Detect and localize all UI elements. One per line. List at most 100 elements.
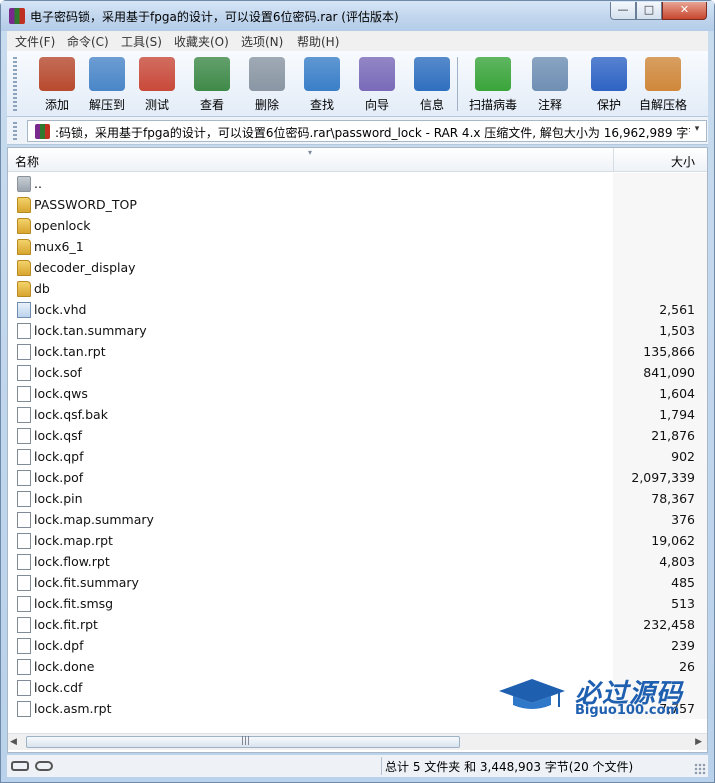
- horizontal-scrollbar[interactable]: ◀ ||| ▶: [8, 733, 707, 750]
- file-icon: [17, 470, 31, 486]
- close-button[interactable]: ✕: [662, 2, 707, 20]
- drive-icon[interactable]: [35, 761, 53, 771]
- file-row[interactable]: lock.tan.rpt 135,866: [8, 341, 707, 362]
- file-row[interactable]: lock.pof 2,097,339: [8, 467, 707, 488]
- minimize-button[interactable]: —: [610, 2, 636, 20]
- trash-icon: [249, 57, 285, 91]
- toolbar-button-9[interactable]: 注释: [525, 53, 575, 115]
- toolbar-button-2[interactable]: 测试: [132, 53, 182, 115]
- title-bar[interactable]: 电子密码锁，采用基于fpga的设计，可以设置6位密码.rar (评估版本) — …: [1, 1, 714, 31]
- file-size: 19,062: [651, 533, 695, 548]
- magnifier-icon: [304, 57, 340, 91]
- file-row[interactable]: lock.vhd 2,561: [8, 299, 707, 320]
- folder-extract-icon: [89, 57, 125, 91]
- address-text: :码锁，采用基于fpga的设计，可以设置6位密码.rar\password_lo…: [55, 126, 690, 140]
- column-header-size[interactable]: 大小: [671, 153, 695, 170]
- resize-grip[interactable]: [694, 763, 706, 775]
- address-field[interactable]: :码锁，采用基于fpga的设计，可以设置6位密码.rar\password_lo…: [27, 120, 707, 142]
- file-row[interactable]: lock.qsf 21,876: [8, 425, 707, 446]
- list-header: 名称 ▾ 大小: [8, 148, 707, 172]
- toolbar-button-11[interactable]: 自解压格: [638, 53, 688, 115]
- toolbar-button-0[interactable]: 添加: [32, 53, 82, 115]
- file-row[interactable]: lock.qpf 902: [8, 446, 707, 467]
- toolbar-button-label: 保护: [596, 98, 621, 112]
- scroll-right-icon[interactable]: ▶: [695, 737, 702, 747]
- file-row[interactable]: lock.fit.smsg 513: [8, 593, 707, 614]
- file-row[interactable]: openlock: [8, 215, 707, 236]
- status-icons: [11, 759, 53, 773]
- file-row[interactable]: db: [8, 278, 707, 299]
- toolbar-button-label: 解压到: [88, 98, 125, 112]
- size-column-bg: [613, 236, 707, 257]
- toolbar-button-5[interactable]: 查找: [297, 53, 347, 115]
- file-icon: [17, 533, 31, 549]
- toolbar-button-3[interactable]: 查看: [187, 53, 237, 115]
- file-row[interactable]: lock.sof 841,090: [8, 362, 707, 383]
- file-icon: [17, 365, 31, 381]
- column-divider[interactable]: [613, 148, 614, 172]
- info-icon: [414, 57, 450, 91]
- file-row[interactable]: decoder_display: [8, 257, 707, 278]
- virus-scan-icon: [475, 57, 511, 91]
- file-row[interactable]: lock.map.summary 376: [8, 509, 707, 530]
- archive-icon: [35, 124, 50, 139]
- file-name: lock.fit.summary: [34, 575, 139, 590]
- file-name: db: [34, 281, 50, 296]
- file-icon: [17, 323, 31, 339]
- menu-commands[interactable]: 命令(C): [67, 33, 109, 50]
- file-name: lock.pof: [34, 470, 84, 485]
- file-icon: [17, 701, 31, 717]
- toolbar-button-6[interactable]: 向导: [352, 53, 402, 115]
- app-window: 电子密码锁，采用基于fpga的设计，可以设置6位密码.rar (评估版本) — …: [0, 0, 715, 783]
- file-row[interactable]: lock.pin 78,367: [8, 488, 707, 509]
- toolbar-button-label: 查看: [199, 98, 224, 112]
- file-name: lock.qws: [34, 386, 88, 401]
- toolbar-button-1[interactable]: 解压到: [82, 53, 132, 115]
- address-bar-grip[interactable]: [13, 122, 17, 140]
- sort-indicator-icon: ▾: [308, 148, 313, 157]
- toolbar-button-8[interactable]: 扫描病毒: [468, 53, 518, 115]
- comment-icon: [532, 57, 568, 91]
- books-add-icon: [39, 57, 75, 91]
- menu-tools[interactable]: 工具(S): [121, 33, 162, 50]
- menu-options[interactable]: 选项(N): [241, 33, 283, 50]
- toolbar-button-7[interactable]: 信息: [407, 53, 457, 115]
- menu-favorites[interactable]: 收藏夹(O): [174, 33, 229, 50]
- magic-wand-icon: [359, 57, 395, 91]
- file-row[interactable]: lock.flow.rpt 4,803: [8, 551, 707, 572]
- size-column-bg: [613, 257, 707, 278]
- file-row[interactable]: lock.qws 1,604: [8, 383, 707, 404]
- file-size: 1,604: [659, 386, 695, 401]
- file-size: 135,866: [643, 344, 695, 359]
- status-divider: [381, 757, 382, 775]
- file-row[interactable]: lock.fit.summary 485: [8, 572, 707, 593]
- key-icon[interactable]: [11, 761, 29, 771]
- file-row[interactable]: lock.map.rpt 19,062: [8, 530, 707, 551]
- file-name: openlock: [34, 218, 91, 233]
- toolbar-button-label: 自解压格: [638, 98, 687, 112]
- scroll-left-icon[interactable]: ◀: [10, 737, 17, 747]
- file-icon: [17, 680, 31, 696]
- maximize-button[interactable]: □: [636, 2, 662, 20]
- file-row[interactable]: mux6_1: [8, 236, 707, 257]
- shield-icon: [591, 57, 627, 91]
- file-row[interactable]: lock.tan.summary 1,503: [8, 320, 707, 341]
- scroll-thumb[interactable]: |||: [26, 736, 460, 748]
- toolbar-button-4[interactable]: 删除: [242, 53, 292, 115]
- file-icon: [17, 575, 31, 591]
- file-row[interactable]: PASSWORD_TOP: [8, 194, 707, 215]
- file-row[interactable]: lock.qsf.bak 1,794: [8, 404, 707, 425]
- file-size: 78,367: [651, 491, 695, 506]
- file-row[interactable]: lock.fit.rpt 232,458: [8, 614, 707, 635]
- winrar-app-icon[interactable]: [9, 8, 25, 24]
- menu-help[interactable]: 帮助(H): [297, 33, 339, 50]
- toolbar-grip[interactable]: [13, 57, 17, 111]
- file-row[interactable]: ..: [8, 173, 707, 194]
- file-size: 239: [671, 638, 695, 653]
- toolbar-button-10[interactable]: 保护: [584, 53, 634, 115]
- menu-file[interactable]: 文件(F): [15, 33, 55, 50]
- column-header-name[interactable]: 名称: [15, 153, 39, 170]
- address-dropdown-icon[interactable]: ▾: [690, 124, 704, 134]
- file-icon: [17, 512, 31, 528]
- file-row[interactable]: lock.dpf 239: [8, 635, 707, 656]
